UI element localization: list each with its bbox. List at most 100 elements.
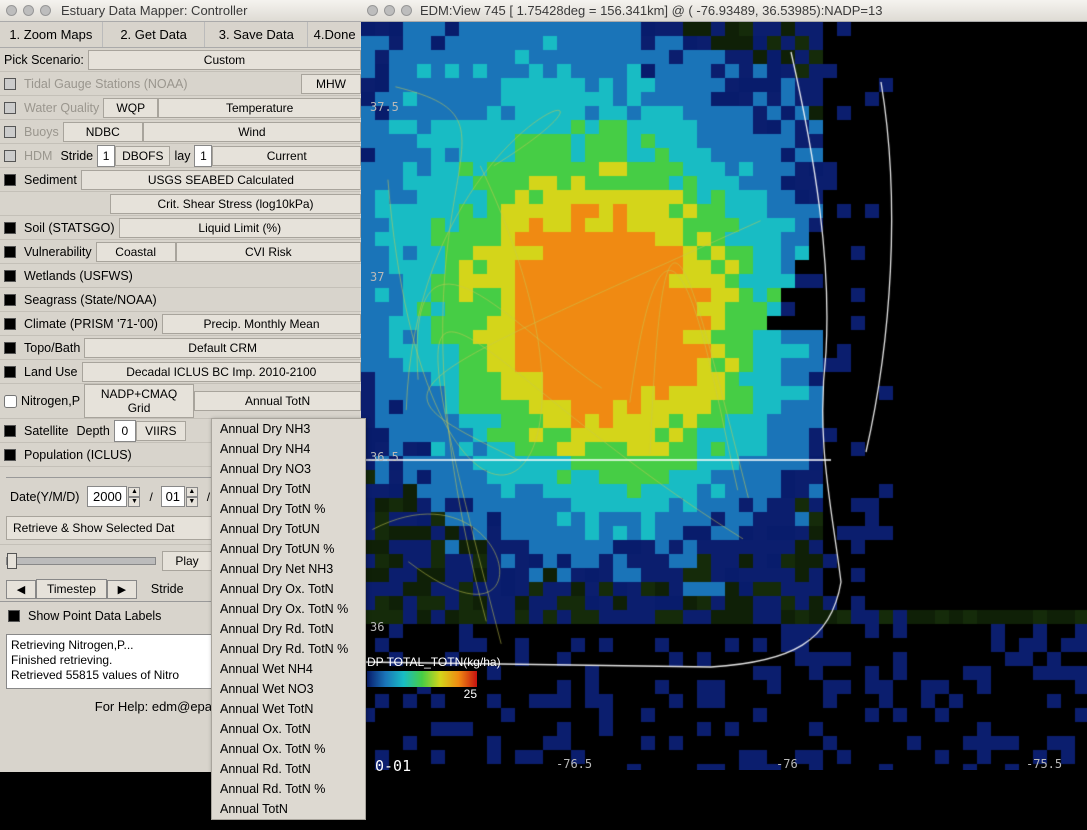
zoom-icon[interactable] [40,5,51,16]
map-title: EDM:View 745 [ 1.75428deg = 156.341km] @… [420,3,882,18]
dropdown-item[interactable]: Annual Ox. TotN [212,719,365,739]
soil-toggle[interactable] [4,222,16,234]
tidal-toggle[interactable] [4,78,16,90]
legend-label: DP TOTAL_TOTN(kg/ha) [367,655,501,669]
liquid-limit-button[interactable]: Liquid Limit (%) [119,218,361,238]
nitrogen-checkbox[interactable] [4,395,17,408]
date-sep1: / [145,487,156,507]
annual-totn-button[interactable]: Annual TotN [194,391,361,411]
landuse-toggle[interactable] [4,366,16,378]
crm-button[interactable]: Default CRM [84,338,361,358]
viirs-button[interactable]: VIIRS [136,421,186,441]
waterq-label: Water Quality [20,98,103,118]
dropdown-item[interactable]: Annual Ox. TotN % [212,739,365,759]
slider-thumb[interactable] [7,553,17,569]
coastal-button[interactable]: Coastal [96,242,176,262]
ndbc-button[interactable]: NDBC [63,122,143,142]
climate-label: Climate (PRISM '71-'00) [20,314,162,334]
climate-toggle[interactable] [4,318,16,330]
annual-totn-dropdown[interactable]: Annual Dry NH3Annual Dry NH4Annual Dry N… [211,418,366,820]
dropdown-item[interactable]: Annual Dry NH3 [212,419,365,439]
satellite-toggle[interactable] [4,425,16,437]
close-icon[interactable] [6,5,17,16]
prev-button[interactable]: ◀ [6,580,36,599]
nitrogen-label: Nitrogen,P [17,391,84,411]
dropdown-item[interactable]: Annual Dry Ox. TotN [212,579,365,599]
buoys-toggle[interactable] [4,126,16,138]
mhw-button[interactable]: MHW [301,74,361,94]
temperature-button[interactable]: Temperature [158,98,361,118]
dropdown-item[interactable]: Annual Dry TotUN [212,519,365,539]
play-slider[interactable] [6,557,156,565]
minimize-icon[interactable] [384,5,395,16]
stride-input[interactable] [97,145,115,167]
next-button[interactable]: ▶ [107,580,137,599]
dropdown-item[interactable]: Annual Dry NO3 [212,459,365,479]
vuln-label: Vulnerability [20,242,96,262]
pick-scenario-label: Pick Scenario: [0,50,88,70]
sediment-toggle[interactable] [4,174,16,186]
legend-max: 25 [367,687,477,701]
seagrass-toggle[interactable] [4,294,16,306]
dropdown-item[interactable]: Annual Dry TotN [212,479,365,499]
dropdown-item[interactable]: Annual Dry Ox. TotN % [212,599,365,619]
dropdown-item[interactable]: Annual Wet TotN [212,699,365,719]
current-button[interactable]: Current [212,146,361,166]
timestep-label: Timestep [36,579,107,599]
year-up-button[interactable]: ▲ [128,487,140,497]
dropdown-item[interactable]: Annual Dry TotUN % [212,539,365,559]
legend: DP TOTAL_TOTN(kg/ha) 25 [367,655,501,701]
done-button[interactable]: 4.Done [308,22,361,47]
wind-button[interactable]: Wind [143,122,361,142]
year-down-button[interactable]: ▼ [128,497,140,507]
lay-input[interactable] [194,145,212,167]
dropdown-item[interactable]: Annual Dry TotN % [212,499,365,519]
month-input[interactable] [161,486,185,507]
show-point-label: Show Point Data Labels [24,606,165,626]
month-up-button[interactable]: ▲ [186,487,198,497]
vuln-toggle[interactable] [4,246,16,258]
soil-label: Soil (STATSGO) [20,218,119,238]
iclus-button[interactable]: Decadal ICLUS BC Imp. 2010-2100 [82,362,361,382]
controller-titlebar: Estuary Data Mapper: Controller [0,0,361,22]
dropdown-item[interactable]: Annual Dry NH4 [212,439,365,459]
cvi-button[interactable]: CVI Risk [176,242,361,262]
precip-button[interactable]: Precip. Monthly Mean [162,314,361,334]
dropdown-item[interactable]: Annual TotN [212,799,365,819]
save-data-button[interactable]: 3. Save Data [205,22,308,47]
colorbar [367,671,477,687]
stride2-label: Stride [147,579,188,599]
dropdown-item[interactable]: Annual Wet NO3 [212,679,365,699]
buoys-label: Buoys [20,122,63,142]
dropdown-item[interactable]: Annual Wet NH4 [212,659,365,679]
show-point-toggle[interactable] [8,610,20,622]
waterq-toggle[interactable] [4,102,16,114]
month-down-button[interactable]: ▼ [186,497,198,507]
wqp-button[interactable]: WQP [103,98,158,118]
crit-shear-button[interactable]: Crit. Shear Stress (log10kPa) [110,194,361,214]
dropdown-item[interactable]: Annual Rd. TotN [212,759,365,779]
minimize-icon[interactable] [23,5,34,16]
dbofs-button[interactable]: DBOFS [115,146,170,166]
dropdown-item[interactable]: Annual Dry Rd. TotN [212,619,365,639]
tidal-label: Tidal Gauge Stations (NOAA) [20,74,301,94]
get-data-button[interactable]: 2. Get Data [103,22,206,47]
zoom-maps-button[interactable]: 1. Zoom Maps [0,22,103,47]
wetlands-toggle[interactable] [4,270,16,282]
hdm-toggle[interactable] [4,150,16,162]
depth-input[interactable] [114,420,136,442]
usgs-button[interactable]: USGS SEABED Calculated [81,170,361,190]
population-toggle[interactable] [4,449,16,461]
play-button[interactable]: Play [162,551,212,571]
dropdown-item[interactable]: Annual Rd. TotN % [212,779,365,799]
topo-toggle[interactable] [4,342,16,354]
scenario-button[interactable]: Custom [88,50,361,70]
hdm-label: HDM [20,146,56,166]
nadp-button[interactable]: NADP+CMAQ Grid [84,384,194,418]
year-input[interactable] [87,486,127,507]
dropdown-item[interactable]: Annual Dry Net NH3 [212,559,365,579]
dropdown-item[interactable]: Annual Dry Rd. TotN % [212,639,365,659]
zoom-icon[interactable] [401,5,412,16]
landuse-label: Land Use [20,362,82,382]
close-icon[interactable] [367,5,378,16]
